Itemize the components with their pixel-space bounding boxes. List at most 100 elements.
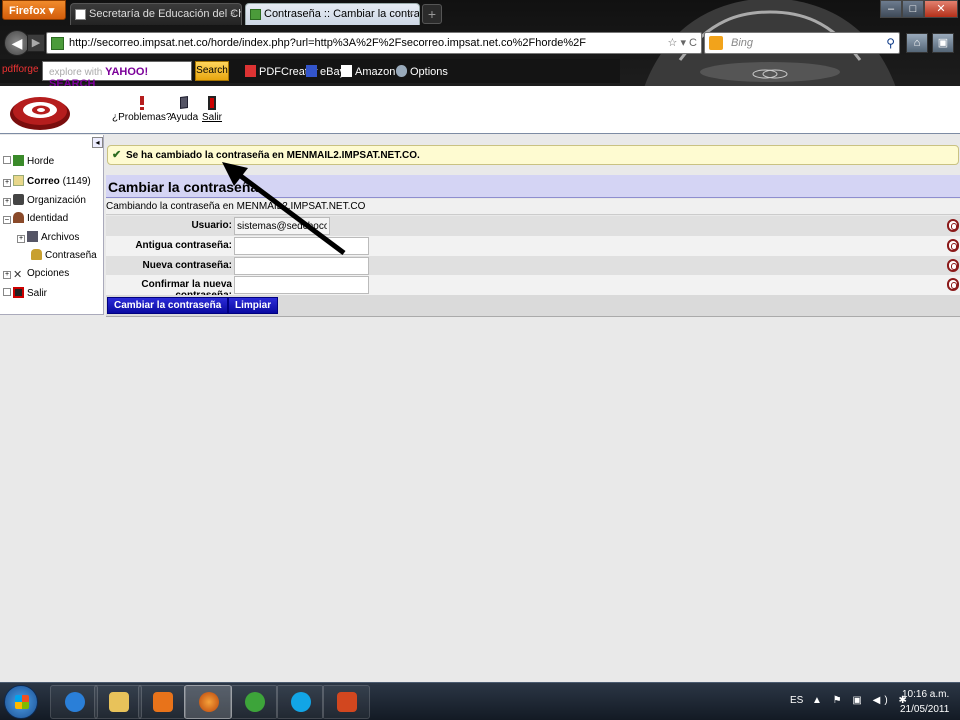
internet-explorer-icon bbox=[65, 692, 85, 712]
firefox-menu-button[interactable]: Firefox ▾ bbox=[2, 0, 66, 20]
sidebar-item-salir[interactable]: Salir bbox=[3, 287, 47, 299]
options-button[interactable]: Options bbox=[396, 65, 448, 78]
close-tab-icon[interactable]: × bbox=[230, 8, 236, 20]
search-engine-icon[interactable] bbox=[709, 36, 723, 50]
home-icon[interactable]: ⌂ bbox=[906, 33, 928, 53]
powerpoint-taskbar-button[interactable] bbox=[322, 685, 370, 719]
alert-icon bbox=[112, 96, 171, 110]
bookmark-star-icon[interactable]: ☆ ▾ C bbox=[668, 36, 697, 49]
header-link-problemas[interactable]: ¿Problemas? bbox=[112, 96, 171, 123]
tab-label: Secretaría de Educación del Chocó bbox=[89, 8, 241, 20]
field-label: Nueva contraseña: bbox=[142, 260, 232, 271]
tree-expand-icon[interactable]: + bbox=[3, 198, 11, 206]
change-password-button[interactable]: Cambiar la contraseña bbox=[107, 297, 229, 314]
clock-time[interactable]: 10:16 a.m. bbox=[902, 689, 949, 700]
search-icon[interactable]: ⚲ bbox=[886, 36, 895, 50]
clock-date[interactable]: 21/05/2011 bbox=[900, 704, 949, 715]
header-link-label: ¿Problemas? bbox=[112, 112, 172, 123]
windows-taskbar: ES ▲ ⚑ ▣ ◀) ✱ 10:16 a.m. 21/05/2011 bbox=[0, 682, 960, 720]
form-title: Cambiar la contraseña bbox=[106, 175, 960, 198]
url-text: http://secorreo.impsat.net.co/horde/inde… bbox=[69, 37, 586, 49]
header-link-ayuda[interactable]: Ayuda bbox=[170, 96, 198, 123]
start-button[interactable] bbox=[4, 685, 38, 719]
logout-door-icon bbox=[13, 287, 24, 298]
tree-collapse-icon[interactable]: – bbox=[3, 216, 11, 224]
sidebar-item-identidad[interactable]: – Identidad bbox=[3, 212, 68, 224]
close-tab-icon[interactable]: × bbox=[408, 8, 414, 20]
new-tab-button[interactable]: + bbox=[422, 4, 442, 24]
new-password-input[interactable] bbox=[234, 257, 369, 275]
old-password-input[interactable] bbox=[234, 237, 369, 255]
ie-taskbar-button[interactable] bbox=[50, 685, 98, 719]
help-icon[interactable] bbox=[947, 278, 959, 291]
field-row-antigua: Antigua contraseña: bbox=[106, 236, 960, 256]
url-bar[interactable]: http://secorreo.impsat.net.co/horde/inde… bbox=[46, 32, 702, 54]
sidebar-item-label: Horde bbox=[27, 156, 55, 167]
sidebar-tree: ◂ Horde + Correo (1149) + Organización – Id… bbox=[0, 135, 104, 315]
yahoo-search-input[interactable]: explore with YAHOO! SEARCH bbox=[42, 61, 192, 86]
sidebar-item-label: Salir bbox=[27, 288, 48, 299]
confirm-password-input[interactable] bbox=[234, 276, 369, 294]
addon-icon[interactable]: ▣ bbox=[932, 33, 954, 53]
browser-chrome: Firefox ▾ Secretaría de Educación del Ch… bbox=[0, 0, 960, 86]
collapse-sidebar-icon[interactable]: ◂ bbox=[92, 137, 103, 148]
search-bar[interactable]: Bing ⚲ bbox=[704, 32, 900, 54]
field-row-confirmar: Confirmar la nueva contraseña: bbox=[106, 275, 960, 301]
mail-icon bbox=[13, 175, 24, 186]
user-icon bbox=[13, 212, 24, 223]
sidebar-item-archivos[interactable]: + Archivos bbox=[17, 231, 79, 243]
sidebar-item-horde[interactable]: Horde bbox=[3, 155, 54, 167]
tree-expand-icon[interactable]: + bbox=[17, 235, 25, 243]
minimize-icon[interactable]: – bbox=[880, 0, 902, 18]
tree-expand-icon[interactable]: + bbox=[3, 271, 11, 279]
skype-taskbar-button[interactable] bbox=[276, 685, 324, 719]
header-link-salir[interactable]: Salir bbox=[202, 96, 222, 123]
unread-count: (1149) bbox=[62, 176, 91, 187]
forward-button[interactable]: ▶ bbox=[27, 34, 45, 52]
tab-secretaria[interactable]: Secretaría de Educación del Chocó × bbox=[70, 3, 242, 25]
form-button-row: Cambiar la contraseña Limpiar bbox=[106, 295, 960, 317]
amazon-icon bbox=[341, 65, 352, 77]
messenger-taskbar-button[interactable] bbox=[230, 685, 278, 719]
horde-icon bbox=[13, 155, 24, 166]
maximize-icon[interactable]: □ bbox=[902, 0, 924, 18]
usuario-input[interactable] bbox=[234, 217, 330, 235]
media-player-taskbar-button[interactable] bbox=[138, 685, 186, 719]
options-label: Options bbox=[410, 66, 448, 78]
tree-collapse-icon[interactable] bbox=[3, 288, 11, 296]
help-icon[interactable] bbox=[947, 219, 959, 232]
tab-contrasena[interactable]: Contraseña :: Cambiar la contraseña × bbox=[245, 3, 420, 25]
field-label: Usuario: bbox=[191, 220, 232, 231]
firefox-taskbar-button[interactable] bbox=[184, 685, 232, 719]
sidebar-item-label: Opciones bbox=[27, 268, 70, 279]
language-indicator[interactable]: ES bbox=[790, 695, 803, 706]
ebay-button[interactable]: eBay bbox=[306, 65, 345, 78]
tree-collapse-icon[interactable] bbox=[3, 156, 11, 164]
form-subtitle: Cambiando la contraseña en MENMAIL2.IMPS… bbox=[106, 199, 960, 215]
page-favicon bbox=[75, 9, 86, 20]
close-window-icon[interactable]: ✕ bbox=[924, 0, 958, 18]
pdfforge-logo[interactable]: pdfforge bbox=[2, 64, 39, 75]
reset-button[interactable]: Limpiar bbox=[228, 297, 279, 314]
sidebar-item-label: Identidad bbox=[27, 213, 69, 224]
header-link-label: Ayuda bbox=[170, 112, 199, 123]
tray-icons[interactable]: ▲ ⚑ ▣ ◀) ✱ bbox=[812, 695, 911, 706]
sidebar-item-correo[interactable]: + Correo (1149) bbox=[3, 175, 91, 187]
sidebar-item-opciones[interactable]: + ✕ Opciones bbox=[3, 268, 69, 281]
sidebar-item-organizacion[interactable]: + Organización bbox=[3, 194, 86, 206]
sidebar-item-label: Archivos bbox=[41, 232, 80, 243]
yahoo-search-button[interactable]: Search bbox=[195, 61, 229, 81]
help-icon[interactable] bbox=[947, 239, 959, 252]
site-identity-icon[interactable] bbox=[51, 37, 64, 50]
media-player-icon bbox=[153, 692, 173, 712]
explorer-taskbar-button[interactable] bbox=[94, 685, 142, 719]
tree-expand-icon[interactable]: + bbox=[3, 179, 11, 187]
field-label: Antigua contraseña: bbox=[135, 240, 232, 251]
logout-door-icon bbox=[202, 96, 222, 110]
help-icon[interactable] bbox=[947, 259, 959, 272]
amazon-button[interactable]: Amazon bbox=[341, 65, 395, 78]
sidebar-item-contrasena[interactable]: Contraseña bbox=[31, 249, 97, 261]
search-placeholder: Bing bbox=[731, 37, 754, 49]
field-row-nueva: Nueva contraseña: bbox=[106, 256, 960, 276]
horde-at-logo bbox=[10, 97, 70, 130]
